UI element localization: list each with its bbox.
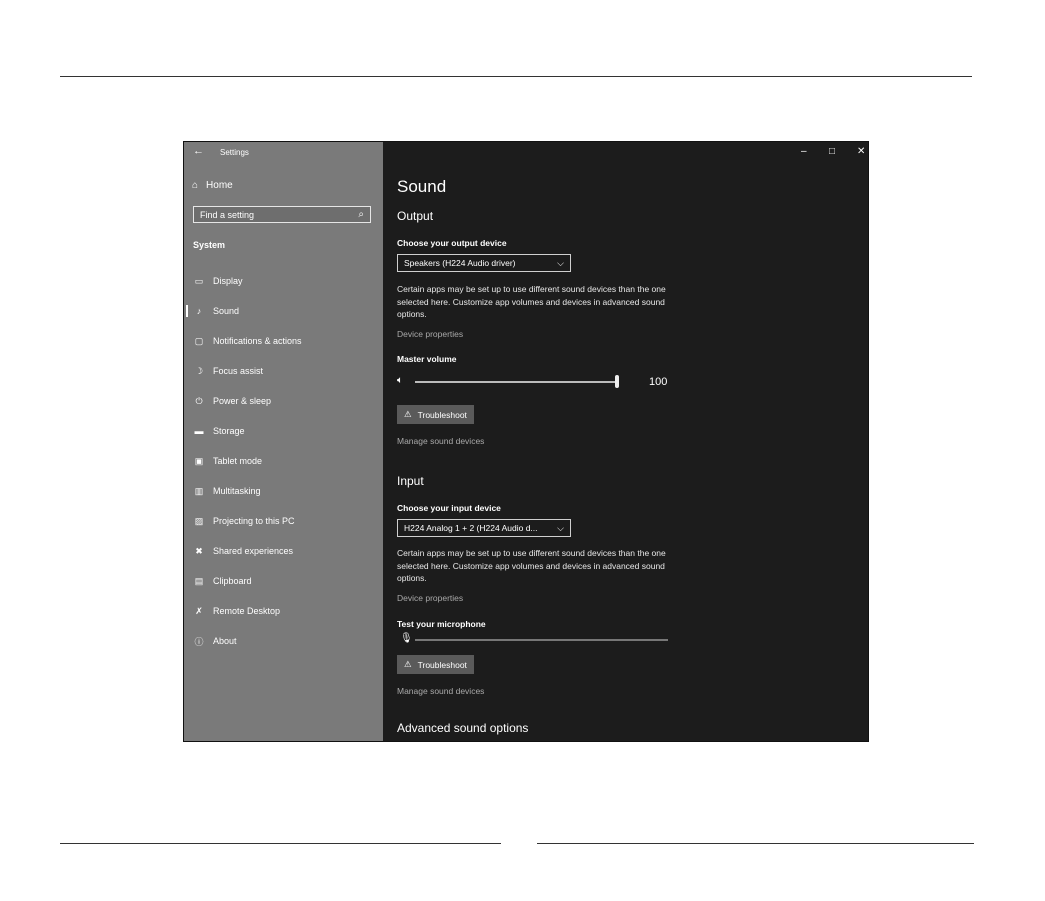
output-manage-devices-link[interactable]: Manage sound devices [397, 436, 484, 446]
sidebar-item-label: Focus assist [213, 366, 264, 376]
output-description: Certain apps may be set up to use differ… [397, 284, 666, 319]
input-description: Certain apps may be set up to use differ… [397, 548, 666, 583]
sidebar-item-label: About [213, 636, 237, 646]
sidebar-item-label: Clipboard [213, 576, 252, 586]
sidebar-item-remote-desktop[interactable]: ✗ Remote Desktop [184, 600, 383, 622]
sidebar-item-storage[interactable]: ▬ Storage [184, 420, 383, 442]
test-microphone-label: Test your microphone [397, 619, 486, 629]
sidebar-section-system: System [193, 240, 226, 250]
advanced-sound-options-heading[interactable]: Advanced sound options [397, 721, 528, 735]
projecting-icon: ▨ [194, 515, 204, 526]
chevron-down-icon: ⌵ [557, 522, 564, 533]
back-arrow-icon[interactable]: ← [193, 145, 204, 157]
close-icon[interactable]: ✕ [857, 146, 865, 157]
output-device-label: Choose your output device [397, 238, 507, 248]
sidebar-item-label: Multitasking [213, 486, 261, 496]
input-manage-devices-link[interactable]: Manage sound devices [397, 686, 484, 696]
sidebar-item-label: Notifications & actions [213, 336, 302, 346]
sidebar-item-label: Tablet mode [213, 456, 263, 466]
clipboard-icon: ▤ [194, 575, 204, 586]
sidebar-item-clipboard[interactable]: ▤ Clipboard [184, 570, 383, 592]
sidebar-item-label: Storage [213, 426, 245, 436]
home-label: Home [206, 180, 233, 191]
input-troubleshoot-button[interactable]: ⚠ Troubleshoot [397, 655, 474, 674]
sidebar-item-sound[interactable]: ♪ Sound [184, 300, 383, 322]
minimize-icon[interactable]: – [801, 146, 807, 157]
master-volume-value: 100 [649, 376, 668, 388]
home-icon: ⌂ [192, 180, 199, 191]
search-input[interactable]: Find a setting ⌕ [193, 206, 371, 223]
sidebar-item-shared-experiences[interactable]: ✖ Shared experiences [184, 540, 383, 562]
sidebar-item-label: Sound [213, 306, 240, 316]
info-icon: ⓘ [194, 636, 204, 647]
search-icon[interactable]: ⌕ [358, 209, 364, 220]
page-title: Sound [397, 177, 447, 196]
sidebar-item-label: Projecting to this PC [213, 516, 295, 526]
remote-desktop-icon: ✗ [195, 605, 203, 616]
output-heading: Output [397, 209, 434, 223]
master-volume-label: Master volume [397, 354, 457, 364]
bottom-right-divider [537, 843, 974, 844]
output-device-value: Speakers (H224 Audio driver) [404, 258, 516, 268]
microphone-level-bar [415, 639, 668, 641]
master-volume-thumb[interactable] [615, 375, 619, 388]
sidebar-item-label: Shared experiences [213, 546, 294, 556]
master-volume-slider[interactable] [415, 381, 617, 383]
warning-icon: ⚠ [404, 659, 412, 669]
app-title: Settings [220, 148, 249, 157]
output-device-dropdown[interactable]: Speakers (H224 Audio driver) ⌵ [397, 254, 571, 272]
input-heading: Input [397, 474, 424, 488]
multitasking-icon: ▥ [194, 485, 204, 496]
troubleshoot-label: Troubleshoot [417, 659, 467, 670]
sidebar-item-projecting-to-this-pc[interactable]: ▨ Projecting to this PC [184, 510, 383, 532]
input-device-value: H224 Analog 1 + 2 (H224 Audio d... [404, 523, 538, 533]
input-device-label: Choose your input device [397, 503, 501, 513]
sidebar-item-tablet-mode[interactable]: ▣ Tablet mode [184, 450, 383, 472]
storage-icon: ▬ [194, 426, 204, 436]
warning-icon: ⚠ [404, 409, 412, 419]
search-placeholder: Find a setting [200, 209, 255, 220]
speaker-icon: ♪ [196, 306, 202, 316]
input-device-dropdown[interactable]: H224 Analog 1 + 2 (H224 Audio d... ⌵ [397, 519, 571, 537]
sidebar-item-display[interactable]: ▭ Display [184, 270, 383, 292]
bottom-left-divider [60, 843, 501, 844]
settings-window: ← Settings ⌂ Home Find a setting ⌕ Syste… [183, 141, 869, 742]
sidebar-item-label: Power & sleep [213, 396, 272, 406]
sidebar-item-power-sleep[interactable]: ⏻ Power & sleep [184, 390, 383, 412]
speaker-icon[interactable]: 🔈︎ [397, 375, 403, 386]
microphone-icon: 🎙︎ [400, 633, 413, 644]
sidebar: ← Settings ⌂ Home Find a setting ⌕ Syste… [184, 142, 383, 741]
input-device-properties-link[interactable]: Device properties [397, 593, 463, 603]
sidebar-item-focus-assist[interactable]: ☽ Focus assist [184, 360, 383, 382]
output-device-properties-link[interactable]: Device properties [397, 329, 463, 339]
troubleshoot-label: Troubleshoot [417, 409, 467, 420]
maximize-icon[interactable]: □ [829, 146, 835, 157]
output-troubleshoot-button[interactable]: ⚠ Troubleshoot [397, 405, 474, 424]
power-icon: ⏻ [195, 395, 203, 406]
display-icon: ▭ [194, 275, 204, 286]
sidebar-home[interactable]: ⌂ Home [192, 180, 233, 191]
shared-experiences-icon: ✖ [195, 545, 203, 556]
tablet-mode-icon: ▣ [194, 455, 204, 466]
sidebar-item-about[interactable]: ⓘ About [184, 630, 383, 652]
top-divider [60, 76, 972, 77]
sidebar-item-notifications-actions[interactable]: ▢ Notifications & actions [184, 330, 383, 352]
chevron-down-icon: ⌵ [557, 257, 564, 268]
moon-icon: ☽ [194, 365, 204, 376]
sidebar-item-label: Display [213, 276, 243, 286]
notifications-icon: ▢ [194, 335, 204, 346]
sidebar-item-multitasking[interactable]: ▥ Multitasking [184, 480, 383, 502]
sidebar-item-label: Remote Desktop [213, 606, 281, 616]
sound-page: – □ ✕ Sound Output Choose your output de… [383, 142, 868, 741]
